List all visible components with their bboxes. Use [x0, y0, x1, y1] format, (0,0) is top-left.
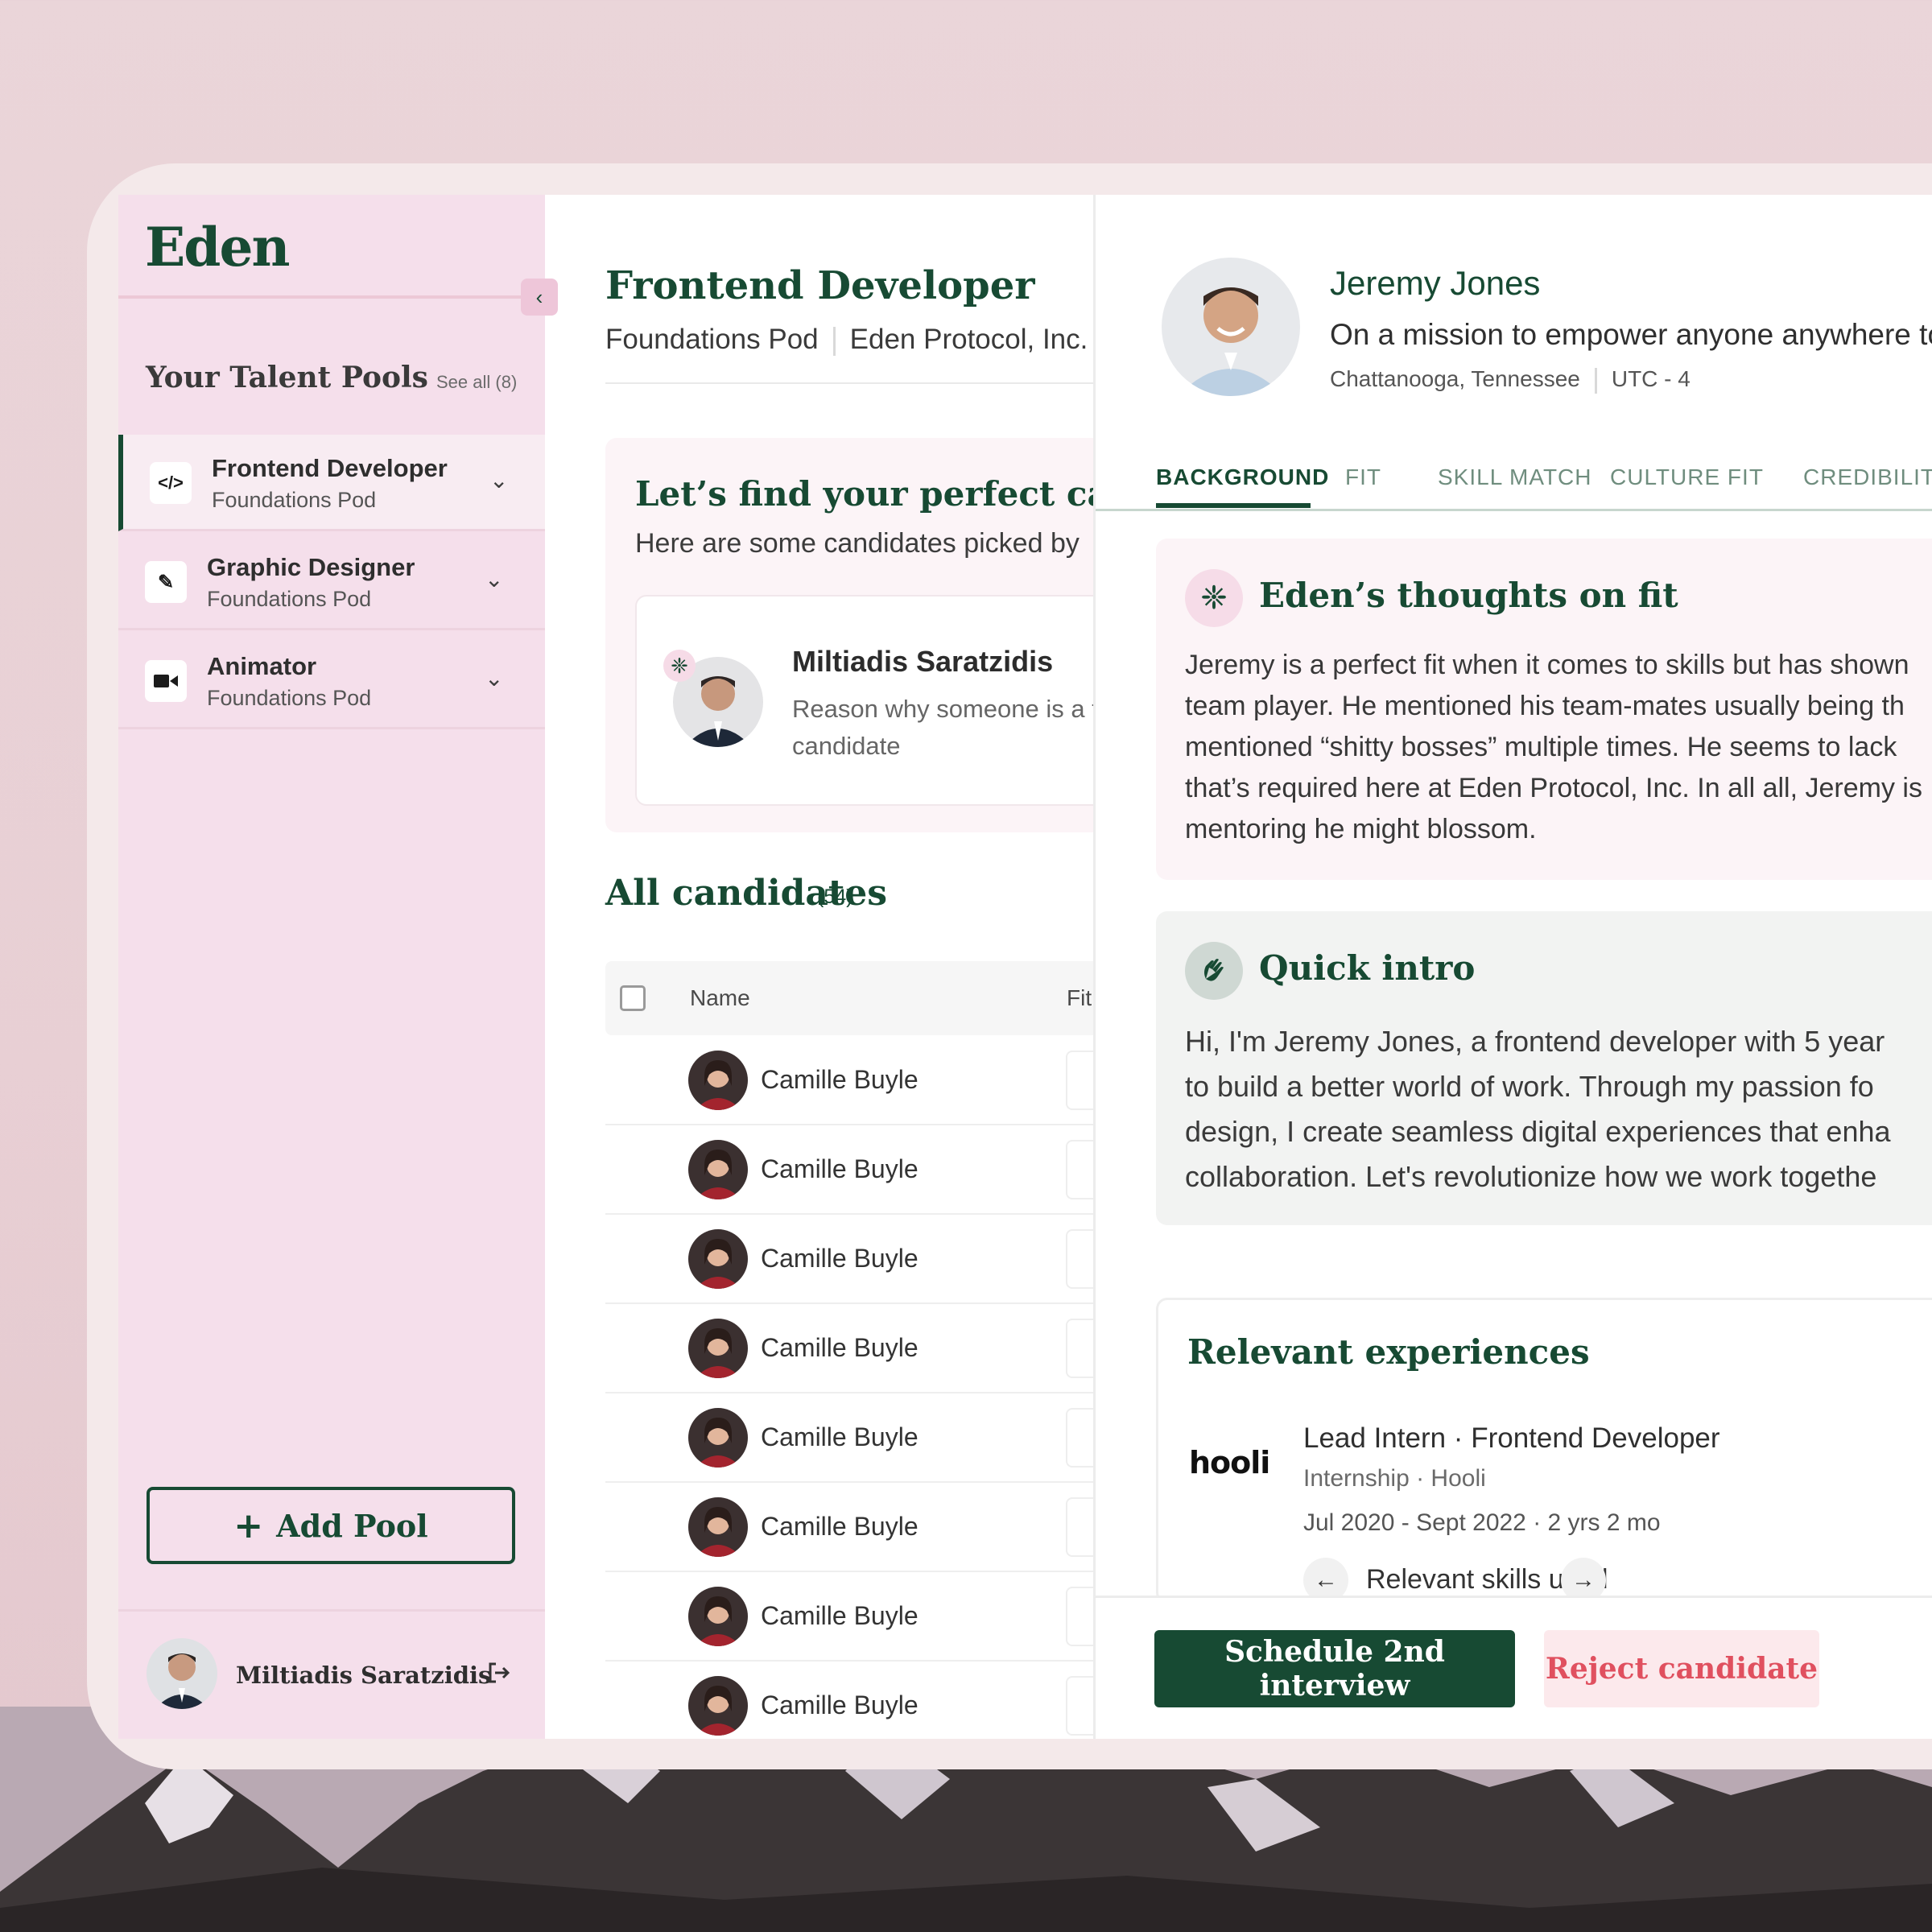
user-divider	[118, 1609, 545, 1612]
tab-fit[interactable]: FIT	[1345, 464, 1381, 490]
user-name: Miltiadis Saratzidis	[236, 1662, 492, 1689]
add-pool-label: Add Pool	[276, 1507, 428, 1544]
pool-name: Graphic Designer	[207, 553, 415, 581]
eden-logo: Eden	[145, 216, 290, 279]
avatar	[688, 1408, 748, 1468]
video-camera-icon	[145, 660, 187, 702]
code-icon: </>	[150, 462, 192, 504]
tab-culture-fit[interactable]: CULTURE FIT	[1610, 464, 1764, 490]
chevron-left-icon[interactable]: ‹	[521, 279, 558, 316]
action-bar: Schedule 2nd interview Reject candidate	[1096, 1596, 1932, 1739]
sidebar-item-frontend-developer[interactable]: </> Frontend Developer Foundations Pod ⌄	[118, 435, 545, 531]
quick-intro-card: Quick intro Hi, I'm Jeremy Jones, a fron…	[1156, 911, 1932, 1225]
chevron-down-icon[interactable]: ⌄	[489, 467, 508, 493]
tab-background[interactable]: BACKGROUND	[1156, 464, 1329, 490]
relevant-experiences-card: Relevant experiences hooli Lead Intern ·…	[1156, 1298, 1932, 1604]
pool-name: Animator	[207, 652, 317, 680]
experience-type: Internship · Hooli	[1303, 1465, 1486, 1492]
experiences-heading: Relevant experiences	[1187, 1332, 1590, 1372]
divider	[1594, 367, 1597, 394]
column-header-fit[interactable]: Fit	[1067, 985, 1092, 1011]
candidate-location: Chattanooga, Tennessee UTC - 4	[1330, 366, 1690, 394]
avatar	[688, 1587, 748, 1646]
candidate-name: Camille Buyle	[761, 1422, 919, 1451]
avatar[interactable]	[147, 1638, 217, 1709]
pool-name: Frontend Developer	[212, 454, 448, 482]
experience-role: Lead Intern · Frontend Developer	[1303, 1422, 1720, 1454]
talent-pools-heading: Your Talent Pools	[146, 361, 428, 394]
candidate-name: Camille Buyle	[761, 1333, 919, 1362]
pool-pod: Foundations Pod	[212, 488, 377, 512]
timezone-text: UTC - 4	[1611, 366, 1690, 391]
tab-skill-match[interactable]: SKILL MATCH	[1438, 464, 1591, 490]
schedule-interview-button[interactable]: Schedule 2nd interview	[1154, 1630, 1515, 1707]
job-company: Eden Protocol, Inc.	[849, 324, 1088, 355]
avatar	[688, 1140, 748, 1199]
chevron-down-icon[interactable]: ⌄	[485, 665, 503, 691]
pool-pod: Foundations Pod	[207, 587, 372, 611]
avatar	[688, 1497, 748, 1557]
avatar	[688, 1229, 748, 1289]
candidate-name: Camille Buyle	[761, 1601, 919, 1630]
job-pod: Foundations Pod	[605, 324, 819, 355]
candidate-name: Camille Buyle	[761, 1065, 919, 1094]
eden-thoughts-card: ❈ Eden’s thoughts on fit Jeremy is a per…	[1156, 539, 1932, 880]
candidate-count: (54)	[817, 886, 853, 908]
sidebar: Eden Your Talent Pools See all (8) </> F…	[118, 195, 545, 1739]
candidate-profile-panel: Jeremy Jones On a mission to empower any…	[1093, 195, 1932, 1739]
see-all-link[interactable]: See all (8)	[436, 372, 517, 393]
plus-icon: +	[233, 1505, 264, 1546]
avatar	[688, 1676, 748, 1736]
candidate-name: Camille Buyle	[761, 1690, 919, 1719]
candidate-name: Camille Buyle	[761, 1244, 919, 1273]
candidate-name: Jeremy Jones	[1330, 264, 1541, 302]
reject-candidate-button[interactable]: Reject candidate	[1544, 1630, 1819, 1707]
sidebar-item-animator[interactable]: Animator Foundations Pod ⌄	[118, 633, 545, 729]
job-subtitle: Foundations Pod Eden Protocol, Inc.	[605, 324, 1088, 356]
candidate-name: Camille Buyle	[761, 1154, 919, 1183]
avatar	[688, 1319, 748, 1378]
eden-sparkle-icon: ❈	[1185, 569, 1243, 627]
candidate-reason: Reason why someone is a t candidate	[792, 695, 1099, 760]
sidebar-item-graphic-designer[interactable]: ✎ Graphic Designer Foundations Pod ⌄	[118, 534, 545, 630]
thoughts-heading: Eden’s thoughts on fit	[1259, 576, 1678, 615]
candidate-name: Camille Buyle	[761, 1512, 919, 1541]
suggested-subtitle: Here are some candidates picked by	[635, 528, 1080, 559]
thoughts-body: Jeremy is a perfect fit when it comes to…	[1185, 650, 1922, 844]
avatar	[688, 1051, 748, 1110]
pencil-icon: ✎	[145, 561, 187, 603]
eden-sparkle-icon: ❈	[663, 650, 696, 682]
chevron-down-icon[interactable]: ⌄	[485, 566, 503, 592]
candidate-mission: On a mission to empower anyone anywhere …	[1330, 318, 1932, 351]
intro-heading: Quick intro	[1259, 948, 1476, 988]
active-tab-indicator	[1156, 503, 1311, 508]
app-window: Eden Your Talent Pools See all (8) </> F…	[118, 195, 1932, 1739]
intro-body: Hi, I'm Jeremy Jones, a frontend develop…	[1185, 1025, 1891, 1193]
logout-icon[interactable]	[486, 1661, 510, 1691]
location-text: Chattanooga, Tennessee	[1330, 366, 1580, 391]
add-pool-button[interactable]: + Add Pool	[147, 1487, 515, 1564]
avatar	[1162, 258, 1300, 396]
tab-credibility[interactable]: CREDIBILITY	[1803, 464, 1932, 490]
sidebar-divider	[118, 295, 545, 299]
candidate-name: Miltiadis Saratzidis	[792, 645, 1054, 678]
wave-hand-icon	[1185, 942, 1243, 1000]
hooli-logo: hooli	[1189, 1445, 1270, 1480]
pool-pod: Foundations Pod	[207, 686, 372, 710]
select-all-checkbox[interactable]	[620, 985, 646, 1011]
page-title: Frontend Developer	[605, 263, 1035, 308]
column-header-name[interactable]: Name	[690, 985, 750, 1011]
divider	[832, 326, 836, 356]
experience-dates: Jul 2020 - Sept 2022 · 2 yrs 2 mo	[1303, 1509, 1661, 1536]
